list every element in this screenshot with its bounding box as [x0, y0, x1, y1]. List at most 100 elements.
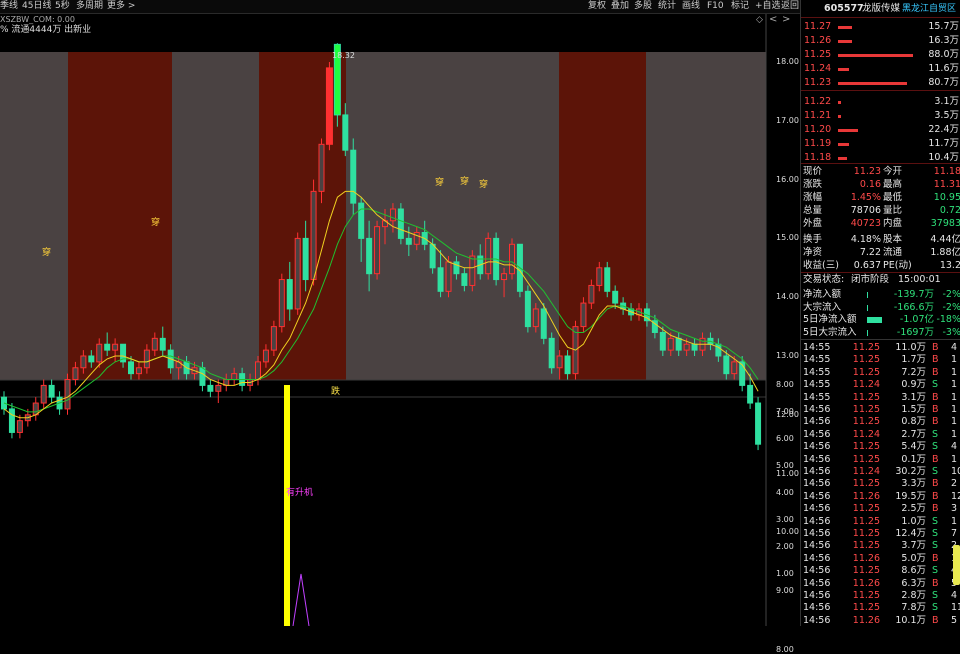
ask-volume-bar: [838, 26, 852, 29]
stat-row: 收益(三) 0.637 PE(动) 13.2: [801, 260, 960, 272]
tick-side: B: [932, 416, 939, 428]
indicator-tick: 4.00: [776, 488, 794, 497]
tick-price: 11.26: [852, 614, 880, 626]
stat-value: 11.18: [933, 166, 960, 177]
stat-label: PE(动): [883, 260, 912, 271]
candle-body: [397, 208, 404, 239]
tick-side: B: [932, 391, 939, 403]
bid-volume-bar: [838, 129, 858, 132]
ask-volume-bar: [838, 54, 913, 57]
bid-price: 11.19: [804, 138, 832, 149]
bid-volume-bar: [838, 115, 841, 118]
flow-pct: -3%: [942, 326, 960, 338]
tick-volume: 19.5万: [895, 490, 926, 502]
tick-volume: 5.4万: [901, 441, 926, 453]
tick-volume: 12.4万: [895, 528, 926, 539]
stat-label: 总量: [803, 205, 823, 216]
ask-volume-bar: [838, 68, 849, 71]
region-tag[interactable]: 黑龙江自贸区: [902, 3, 956, 15]
kline-chart[interactable]: [0, 0, 800, 626]
candle-body: [231, 373, 238, 381]
stat-row: 涨跌 0.16 最高 11.31: [801, 179, 960, 191]
tick-count: 11: [951, 602, 960, 614]
stat-label: 外盘: [803, 218, 823, 229]
tick-volume: 8.6万: [901, 565, 926, 577]
tick-volume: 0.9万: [901, 379, 926, 391]
tick-side: S: [932, 590, 939, 601]
tick-side: S: [932, 441, 939, 453]
tick-price: 11.25: [852, 540, 880, 552]
stat-label: 股本: [883, 234, 903, 245]
tick-time: 14:56: [803, 540, 831, 552]
stat-value: 0.72: [939, 205, 960, 216]
indicator-tick: 3.00: [776, 515, 794, 524]
tick-price: 11.25: [852, 453, 880, 465]
candle-body: [143, 349, 150, 369]
flow-pct: -2%: [942, 301, 960, 313]
bid-volume-bar: [838, 143, 849, 146]
ask-price: 11.26: [804, 35, 832, 46]
tick-row: 14:5611.253.7万S2: [801, 540, 960, 552]
candle-body: [612, 290, 619, 304]
candle-body: [461, 273, 468, 286]
tick-row: 14:55 11.25 1.7万 B 1: [801, 354, 960, 366]
candle-body: [278, 279, 285, 328]
tick-count: 1: [951, 515, 958, 527]
candle-body: [128, 361, 134, 375]
tick-time: 14:56: [803, 552, 831, 564]
flow-value: -1697万: [896, 326, 934, 338]
candle-body: [667, 337, 674, 351]
bid-volume: 22.4万: [928, 124, 959, 135]
stat-row: 净资 7.22 流通 1.88亿: [801, 247, 960, 259]
candle-body: [325, 67, 333, 145]
ask-volume: 88.0万: [928, 49, 959, 60]
tick-side: S: [932, 540, 939, 552]
candle-body: [366, 237, 373, 275]
ask-volume-bar: [838, 82, 907, 85]
tick-time: 14:55: [803, 366, 831, 378]
tick-time: 14:56: [803, 577, 831, 589]
tick-volume: 3.7万: [901, 540, 926, 552]
candle-body: [405, 237, 412, 245]
tick-row: 14:56 11.26 10.1万 B 5: [801, 615, 960, 626]
bid-volume-bar: [838, 101, 841, 104]
stock-header[interactable]: 605577 龙版传媒 黑龙江自贸区: [801, 3, 960, 15]
tick-row: 14:55 11.25 3.1万 B 1: [801, 392, 960, 404]
candle-body: [135, 367, 142, 375]
tick-volume: 0.8万: [901, 416, 926, 428]
candle-body: [691, 343, 698, 351]
flow-value: -139.7万: [893, 289, 934, 300]
candle-body: [88, 355, 95, 363]
tick-volume: 6.3万: [901, 577, 926, 589]
ask-price: 11.24: [804, 63, 832, 74]
candle-body: [747, 384, 754, 404]
candle-body: [159, 337, 166, 351]
high-price-label: 18.32: [332, 51, 355, 60]
tick-time: 14:56: [803, 490, 831, 502]
candle-body: [548, 337, 555, 369]
tick-price: 11.26: [852, 577, 880, 589]
indicator-tick: 8.00: [776, 380, 794, 389]
stat-label: 净资: [803, 247, 823, 258]
cross-signal: 穿: [460, 177, 470, 187]
bid-volume: 3.1万: [934, 96, 959, 107]
tick-price: 11.24: [852, 379, 880, 391]
stat-value: 37983: [930, 218, 960, 229]
tick-time: 14:56: [803, 614, 831, 626]
price-tick: 9.00: [776, 586, 794, 596]
price-tick: 17.00: [776, 115, 799, 125]
stat-row: 现价 11.23 今开 11.18: [801, 166, 960, 178]
stat-value: 40723: [850, 218, 881, 229]
candle-body: [294, 237, 301, 310]
candle-body: [509, 243, 515, 275]
tick-time: 14:56: [803, 441, 831, 453]
bid-volume: 3.5万: [934, 110, 959, 121]
tick-row: 14:56 11.25 0.1万 B 1: [801, 454, 960, 466]
ask-volume-bar: [838, 40, 853, 43]
indicator-tick: 6.00: [776, 434, 794, 443]
flow-label: 大宗流入: [803, 301, 842, 313]
candle-body: [588, 284, 595, 304]
scroll-thumb[interactable]: [953, 545, 960, 585]
stat-value: 4.18%: [850, 234, 881, 245]
tick-row: 14:55 11.25 7.2万 B 1: [801, 367, 960, 379]
